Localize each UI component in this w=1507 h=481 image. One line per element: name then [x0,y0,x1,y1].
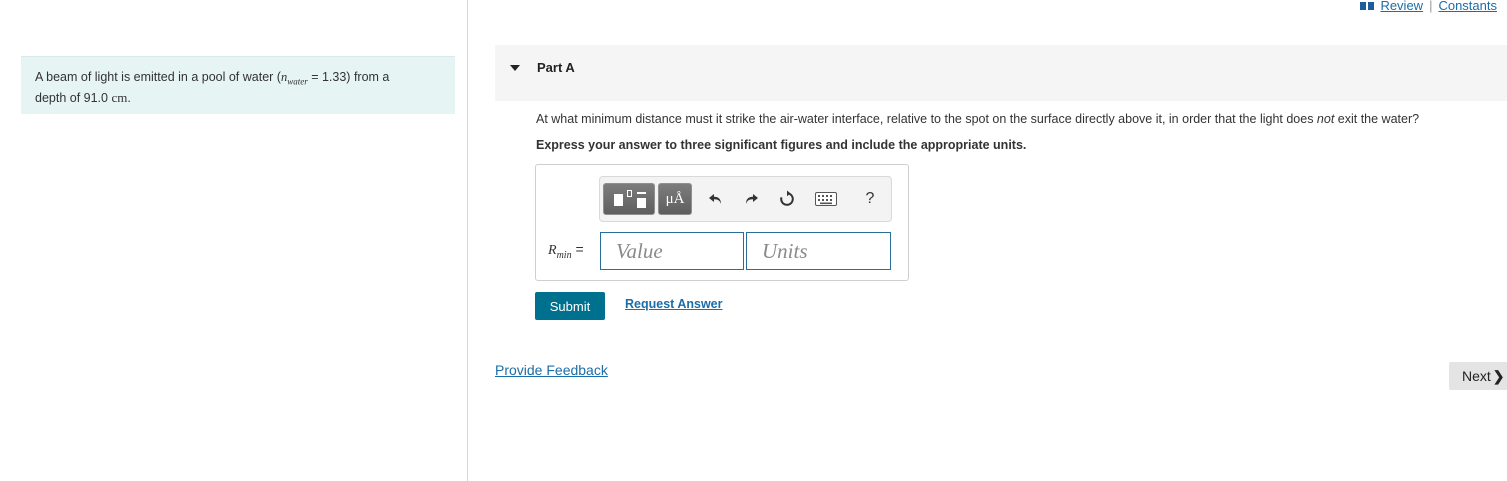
problem-text-start: A beam of light is emitted in a pool of … [35,70,281,84]
variable-symbol: R [548,243,557,258]
template-fraction-icon [637,198,646,208]
reset-icon[interactable] [775,187,799,211]
help-button[interactable]: ? [858,187,882,211]
undo-icon[interactable] [704,187,728,211]
answer-box: μÅ ? Rmin = [535,164,909,281]
problem-text-value: = 1.33) from a [307,70,390,84]
review-link[interactable]: Review [1380,0,1423,13]
next-button[interactable]: Next ❯ [1449,362,1507,390]
column-divider [467,0,468,481]
request-answer-link[interactable]: Request Answer [625,297,722,311]
submit-button[interactable]: Submit [535,292,605,320]
equals-sign: = [575,241,584,257]
top-links: Review | Constants [1360,0,1497,13]
question-emphasis: not [1316,112,1335,126]
problem-text-depth: depth of 91.0 [35,90,112,105]
problem-statement: A beam of light is emitted in a pool of … [21,56,455,114]
keyboard-icon[interactable] [814,187,838,211]
chevron-right-icon: ❯ [1492,367,1505,384]
refractive-index-subscript: water [287,76,308,87]
question-text: At what minimum distance must it strike … [536,112,1420,126]
provide-feedback-link[interactable]: Provide Feedback [495,362,608,378]
math-toolbar: μÅ ? [599,176,892,222]
book-icon [1360,1,1375,11]
refractive-index-symbol: nwater [280,70,308,87]
template-fraction-bar-icon [637,192,646,194]
redo-icon[interactable] [739,187,763,211]
value-input[interactable] [600,232,744,270]
answer-instruction: Express your answer to three significant… [536,138,1027,152]
collapse-arrow-icon[interactable] [510,65,520,71]
answer-variable-label: Rmin = [548,241,584,261]
next-label: Next [1462,367,1491,384]
template-box-icon [614,194,623,206]
problem-period: . [127,90,131,105]
part-a-header[interactable]: Part A [495,45,1507,101]
depth-unit: cm [111,89,128,105]
templates-button[interactable] [603,183,655,215]
part-title: Part A [537,60,575,75]
link-separator: | [1429,0,1433,13]
template-superscript-icon [627,190,632,197]
variable-subscript: min [556,249,572,261]
units-input[interactable] [746,232,891,270]
constants-link[interactable]: Constants [1438,0,1497,13]
units-button[interactable]: μÅ [658,183,692,215]
